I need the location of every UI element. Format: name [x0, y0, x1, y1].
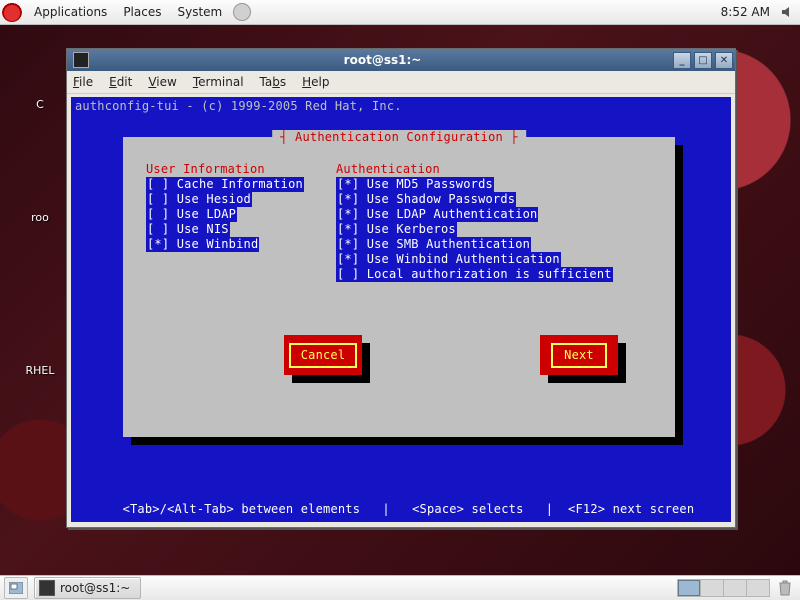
terminal-icon: [39, 580, 55, 596]
window-titlebar[interactable]: root@ss1:~ _ □ ✕: [67, 49, 735, 71]
menu-system[interactable]: System: [169, 0, 230, 24]
workspace-4[interactable]: [747, 580, 769, 596]
menu-edit[interactable]: Edit: [109, 75, 132, 89]
user-info-heading: User Information: [146, 162, 336, 177]
workspace-3[interactable]: [724, 580, 747, 596]
authentication-heading: Authentication: [336, 162, 613, 177]
opt-winbind-auth[interactable]: [*] Use Winbind Authentication: [336, 252, 561, 267]
user-information-column: User Information [ ] Cache Information […: [146, 162, 336, 282]
menu-file[interactable]: File: [73, 75, 93, 89]
program-banner: authconfig-tui - (c) 1999-2005 Red Hat, …: [75, 99, 402, 114]
opt-use-winbind[interactable]: [*] Use Winbind: [146, 237, 259, 252]
window-title: root@ss1:~: [95, 53, 670, 67]
trash-icon[interactable]: [776, 579, 794, 597]
opt-use-hesiod[interactable]: [ ] Use Hesiod: [146, 192, 252, 207]
opt-shadow-passwords[interactable]: [*] Use Shadow Passwords: [336, 192, 516, 207]
taskbar-terminal[interactable]: root@ss1:~: [34, 577, 141, 599]
workspace-pager[interactable]: [677, 579, 770, 597]
authentication-column: Authentication [*] Use MD5 Passwords [*]…: [336, 162, 613, 282]
keyboard-hints: <Tab>/<Alt-Tab> between elements | <Spac…: [71, 502, 731, 517]
opt-local-auth-sufficient[interactable]: [ ] Local authorization is sufficient: [336, 267, 613, 282]
menu-help[interactable]: Help: [302, 75, 329, 89]
workspace-1[interactable]: [678, 580, 701, 596]
cancel-button[interactable]: Cancel: [284, 335, 362, 375]
window-minimize-button[interactable]: _: [673, 52, 691, 69]
opt-ldap-auth[interactable]: [*] Use LDAP Authentication: [336, 207, 538, 222]
window-close-button[interactable]: ✕: [715, 52, 733, 69]
terminal-viewport[interactable]: authconfig-tui - (c) 1999-2005 Red Hat, …: [71, 97, 731, 522]
opt-use-nis[interactable]: [ ] Use NIS: [146, 222, 230, 237]
show-desktop-icon[interactable]: [4, 577, 28, 599]
opt-kerberos[interactable]: [*] Use Kerberos: [336, 222, 457, 237]
opt-md5-passwords[interactable]: [*] Use MD5 Passwords: [336, 177, 494, 192]
terminal-menubar: File Edit View Terminal Tabs Help: [67, 71, 735, 94]
opt-cache-information[interactable]: [ ] Cache Information: [146, 177, 304, 192]
taskbar-terminal-label: root@ss1:~: [60, 581, 130, 595]
workspace-2[interactable]: [701, 580, 724, 596]
volume-icon[interactable]: [780, 4, 796, 20]
browser-launcher-icon[interactable]: [233, 3, 251, 21]
distro-logo-icon[interactable]: [2, 2, 22, 22]
menu-view[interactable]: View: [148, 75, 176, 89]
authconfig-dialog: ┤ Authentication Configuration ├ User In…: [123, 137, 675, 437]
bottom-panel: root@ss1:~: [0, 575, 800, 600]
menu-places[interactable]: Places: [115, 0, 169, 24]
top-panel: Applications Places System 8:52 AM: [0, 0, 800, 25]
clock[interactable]: 8:52 AM: [715, 5, 776, 19]
window-maximize-button[interactable]: □: [694, 52, 712, 69]
terminal-window: root@ss1:~ _ □ ✕ File Edit View Terminal…: [66, 48, 736, 528]
menu-tabs[interactable]: Tabs: [260, 75, 287, 89]
menu-applications[interactable]: Applications: [26, 0, 115, 24]
dialog-title: ┤ Authentication Configuration ├: [272, 130, 526, 145]
menu-terminal[interactable]: Terminal: [193, 75, 244, 89]
opt-use-ldap[interactable]: [ ] Use LDAP: [146, 207, 237, 222]
terminal-icon: [73, 52, 89, 68]
next-button[interactable]: Next: [540, 335, 618, 375]
opt-smb-auth[interactable]: [*] Use SMB Authentication: [336, 237, 531, 252]
